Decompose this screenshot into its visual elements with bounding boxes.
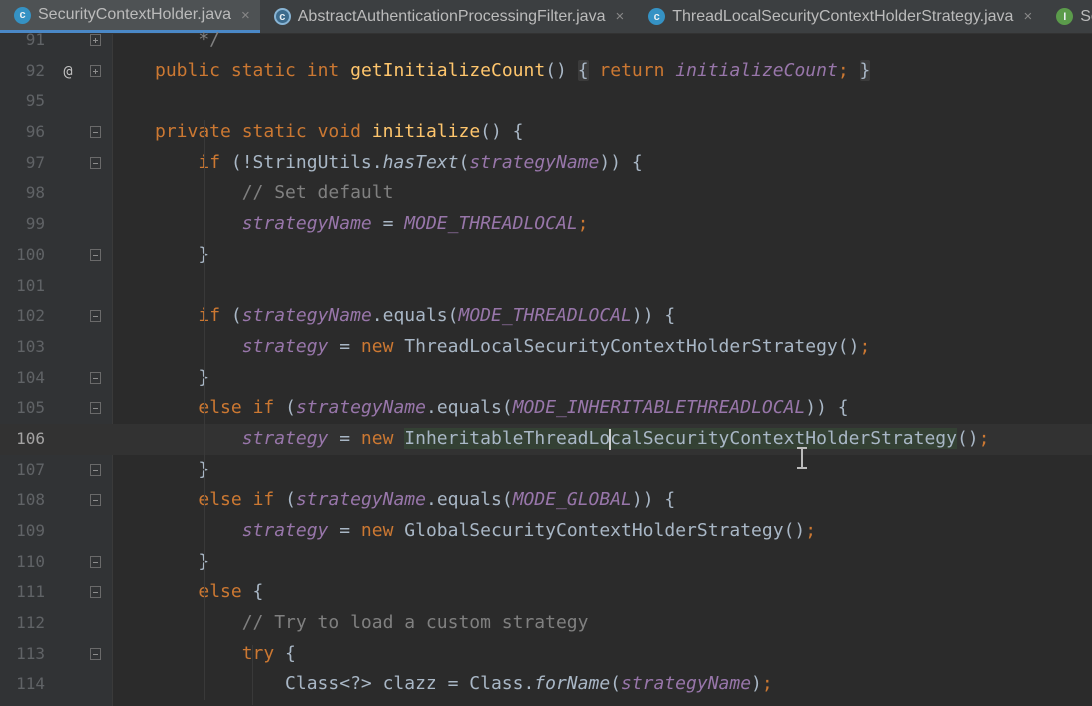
- text-caret: [609, 429, 611, 451]
- class-icon: c: [648, 8, 666, 25]
- fold-collapse-icon[interactable]: [90, 310, 101, 323]
- code-text: private static void initialize() {: [155, 121, 524, 143]
- tab-label: ThreadLocalSecurityContextHolderStrategy…: [672, 7, 1014, 25]
- code-text: strategy = new InheritableThreadLocalSec…: [241, 427, 990, 449]
- code-text: }: [155, 243, 210, 265]
- code-text: else if (strategyName.equals(MODE_GLOBAL…: [198, 489, 676, 511]
- close-tab-icon[interactable]: ×: [615, 8, 624, 25]
- code-line[interactable]: 96 private static void initialize() {: [0, 117, 1092, 148]
- fold-expand-icon[interactable]: [90, 34, 101, 46]
- line-number: 91: [25, 30, 45, 49]
- code-text: else if (strategyName.equals(MODE_INHERI…: [198, 397, 849, 419]
- fold-collapse-icon[interactable]: [90, 647, 101, 660]
- fold-collapse-icon[interactable]: [90, 248, 101, 261]
- fold-collapse-icon[interactable]: [90, 586, 101, 599]
- close-tab-icon[interactable]: ×: [1023, 8, 1032, 25]
- line-number: 99: [25, 214, 45, 234]
- line-number: 103: [16, 336, 45, 356]
- interface-icon: I: [1056, 8, 1074, 25]
- text-cursor-icon: [796, 447, 808, 469]
- code-line[interactable]: 104 }: [0, 363, 1092, 394]
- code-line[interactable]: 98 // Set default: [0, 178, 1092, 209]
- code-line[interactable]: 92 @ public static int getInitializeCount(…: [0, 56, 1092, 87]
- line-number: 98: [25, 183, 45, 203]
- fold-collapse-icon[interactable]: [90, 463, 101, 476]
- fold-collapse-icon[interactable]: [90, 126, 101, 139]
- code-text: }: [155, 458, 210, 480]
- code-text: strategy = new GlobalSecurityContextHold…: [241, 520, 817, 541]
- line-number: 96: [25, 122, 45, 142]
- code-line[interactable]: 105 else if (strategyName.equals(MODE_IN…: [0, 393, 1092, 424]
- close-tab-icon[interactable]: ×: [241, 7, 250, 24]
- fold-collapse-icon[interactable]: [90, 156, 101, 169]
- code-text: public static int getInitializeCount() {…: [155, 59, 871, 81]
- line-number: 110: [16, 551, 45, 571]
- line-number: 108: [16, 490, 45, 510]
- code-line[interactable]: 103 strategy = new ThreadLocalSecurityCo…: [0, 332, 1092, 363]
- code-text: // Try to load a custom strategy: [241, 612, 589, 634]
- code-text: Class<?> clazz = Class.forName(strategyN…: [155, 673, 773, 695]
- code-line[interactable]: 99 strategyName = MODE_THREADLOCAL;: [0, 209, 1092, 240]
- ide-window: c SecurityContextHolder.java × c AbstractAut…: [0, 0, 1092, 706]
- code-line[interactable]: 106 strategy = new InheritableThreadLoca…: [0, 423, 1092, 455]
- line-number: 101: [16, 275, 45, 295]
- line-number: 109: [16, 521, 45, 540]
- tab-label: AbstractAuthenticationProcessingFilter.j…: [297, 7, 606, 25]
- code-text: else {: [198, 581, 264, 603]
- override-marker-icon[interactable]: @: [58, 56, 78, 87]
- fold-collapse-icon[interactable]: [90, 371, 101, 384]
- code-lines: 91 */ 92 @ public static int getInitializeC…: [0, 25, 1092, 705]
- code-line[interactable]: 108 else if (strategyName.equals(MODE_GL…: [0, 485, 1092, 516]
- line-number: 97: [25, 152, 45, 172]
- indent-guide: [252, 645, 253, 705]
- line-number: 106: [16, 428, 45, 448]
- code-editor[interactable]: 91 */ 92 @ public static int getInitializeC…: [0, 29, 1092, 706]
- line-number: 107: [16, 459, 45, 479]
- code-text: */: [155, 29, 221, 50]
- code-line[interactable]: 107 }: [0, 455, 1092, 486]
- line-number: 102: [16, 306, 45, 326]
- line-number: 114: [16, 674, 45, 694]
- line-number: 104: [16, 367, 45, 387]
- line-number: 105: [16, 398, 45, 418]
- code-text: strategyName = MODE_THREADLOCAL;: [241, 213, 589, 235]
- line-number: 112: [16, 613, 45, 633]
- code-line[interactable]: 111 else {: [0, 577, 1092, 608]
- code-line[interactable]: 91 */: [0, 25, 1092, 56]
- indent-guide: [204, 120, 205, 700]
- fold-collapse-icon[interactable]: [90, 494, 101, 507]
- line-number: 92: [25, 60, 45, 80]
- code-line[interactable]: 112 // Try to load a custom strategy: [0, 608, 1092, 639]
- abstract-class-icon: c: [273, 8, 291, 25]
- tab-label: Se: [1080, 7, 1092, 25]
- fold-expand-icon[interactable]: [90, 64, 101, 77]
- line-number: 100: [16, 244, 45, 264]
- code-line[interactable]: 102 if (strategyName.equals(MODE_THREADL…: [0, 301, 1092, 332]
- line-number: 95: [25, 91, 45, 111]
- line-number: 111: [16, 582, 45, 602]
- fold-collapse-icon[interactable]: [90, 402, 101, 415]
- code-text: if (!StringUtils.hasText(strategyName)) …: [198, 151, 643, 173]
- code-line[interactable]: 114 Class<?> clazz = Class.forName(strat…: [0, 669, 1092, 700]
- code-line[interactable]: 100 }: [0, 240, 1092, 271]
- class-icon: c: [14, 6, 31, 24]
- code-text: // Set default: [241, 182, 394, 204]
- code-text: }: [155, 366, 210, 388]
- code-line[interactable]: 95: [0, 86, 1092, 117]
- code-text: }: [155, 550, 210, 572]
- code-line[interactable]: 113 try {: [0, 639, 1092, 670]
- code-text: if (strategyName.equals(MODE_THREADLOCAL…: [198, 305, 676, 327]
- code-text: strategy = new ThreadLocalSecurityContex…: [241, 335, 871, 357]
- code-line[interactable]: 101: [0, 271, 1092, 302]
- code-text: try {: [241, 642, 296, 664]
- fold-collapse-icon[interactable]: [90, 555, 101, 568]
- line-number: 113: [16, 643, 45, 663]
- code-line[interactable]: 110 }: [0, 547, 1092, 578]
- code-line[interactable]: 109 strategy = new GlobalSecurityContext…: [0, 516, 1092, 547]
- tab-label: SecurityContextHolder.java: [38, 6, 231, 23]
- code-line[interactable]: 97 if (!StringUtils.hasText(strategyName…: [0, 148, 1092, 179]
